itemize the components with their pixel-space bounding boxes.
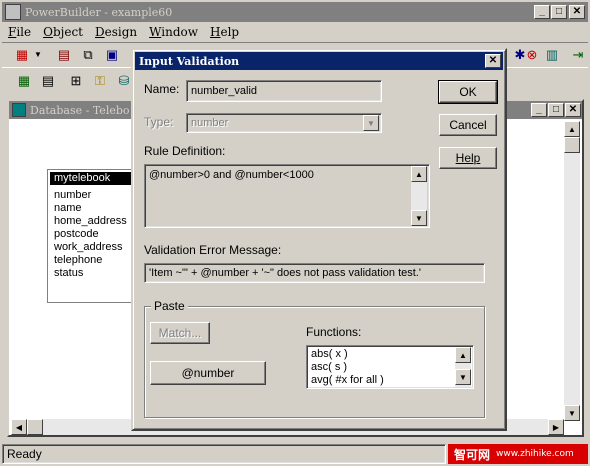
- table-column[interactable]: number: [54, 189, 140, 202]
- functions-items: abs( x ) asc( s ) avg( #x for all ): [311, 348, 384, 387]
- table-column[interactable]: postcode: [54, 228, 140, 241]
- help-button[interactable]: Help: [439, 147, 497, 169]
- maximize-button[interactable]: □: [551, 5, 567, 19]
- scroll-right-button[interactable]: ▶: [548, 419, 564, 435]
- dialog-close-button[interactable]: ✕: [485, 54, 501, 68]
- table-column[interactable]: telephone: [54, 254, 140, 267]
- dialog-title: Input Validation: [139, 54, 240, 68]
- rule-scroll-down-button[interactable]: ▼: [411, 210, 427, 226]
- menu-bar: File Object Design Window Help: [2, 23, 588, 41]
- app-title: PowerBuilder - example60: [25, 5, 173, 19]
- key-icon[interactable]: ⚿: [90, 71, 110, 91]
- rule-scrollbar[interactable]: ▲ ▼: [411, 166, 427, 226]
- cancel-button[interactable]: Cancel: [439, 114, 497, 136]
- status-bar: Ready: [2, 444, 446, 464]
- database-icon: [12, 103, 26, 117]
- watermark: 智可网 www.zhihike.com: [448, 444, 588, 464]
- database-minimize-button[interactable]: _: [531, 103, 547, 117]
- stop-icon[interactable]: ⊗: [522, 45, 542, 65]
- scroll-left-button[interactable]: ◀: [11, 419, 27, 435]
- watermark-url: www.zhihike.com: [496, 449, 574, 459]
- table-box[interactable]: mytelebook number name home_address postcod…: [47, 169, 141, 303]
- name-field[interactable]: number_valid: [186, 80, 382, 102]
- scroll-thumb[interactable]: [564, 137, 580, 153]
- exit-icon[interactable]: ⇥: [568, 45, 588, 65]
- functions-scroll-up-button[interactable]: ▲: [455, 347, 471, 363]
- name-label: Name:: [144, 82, 180, 96]
- chevron-down-icon[interactable]: ▼: [363, 115, 379, 131]
- database-close-button[interactable]: ✕: [565, 103, 581, 117]
- error-message-field[interactable]: 'Item ~"' + @number + '~" does not pass …: [144, 263, 485, 283]
- paste-label: Paste: [151, 299, 188, 313]
- functions-label: Functions:: [306, 325, 362, 339]
- table-icon[interactable]: ▤: [38, 71, 58, 91]
- rule-scroll-up-button[interactable]: ▲: [411, 166, 427, 182]
- number-button[interactable]: @number: [150, 361, 266, 385]
- function-item[interactable]: asc( s ): [311, 361, 384, 374]
- grid-icon[interactable]: ▦: [14, 71, 34, 91]
- menu-file[interactable]: File: [8, 25, 31, 39]
- function-item[interactable]: avg( #x for all ): [311, 374, 384, 387]
- ok-button[interactable]: OK: [438, 80, 498, 104]
- app-icon: [5, 4, 21, 20]
- vertical-scrollbar[interactable]: ▲ ▼: [564, 121, 580, 421]
- database-maximize-button[interactable]: □: [548, 103, 564, 117]
- database-title: Database - Telebo: [30, 103, 130, 117]
- column-list: number name home_address postcode work_addre…: [48, 187, 140, 280]
- input-validation-dialog: Input Validation ✕ Name: number_valid Ty…: [131, 48, 507, 431]
- join-icon[interactable]: ⊞: [66, 71, 86, 91]
- watermark-brand: 智可网: [454, 447, 491, 462]
- functions-list[interactable]: abs( x ) asc( s ) avg( #x for all ) ▲ ▼: [306, 345, 474, 389]
- type-label: Type:: [144, 115, 174, 129]
- table-name[interactable]: mytelebook: [50, 172, 138, 185]
- window-icon[interactable]: ▣: [102, 45, 122, 65]
- close-button[interactable]: ✕: [569, 5, 585, 19]
- functions-scroll-down-button[interactable]: ▼: [455, 369, 471, 385]
- minimize-button[interactable]: _: [534, 5, 550, 19]
- menu-design[interactable]: Design: [95, 25, 137, 39]
- table-column[interactable]: work_address: [54, 241, 140, 254]
- type-dropdown[interactable]: number ▼: [186, 113, 382, 133]
- rule-label: Rule Definition:: [144, 144, 226, 158]
- functions-scrollbar[interactable]: ▲ ▼: [455, 347, 471, 387]
- report-icon[interactable]: ▥: [542, 45, 562, 65]
- library-icon[interactable]: ▤: [54, 45, 74, 65]
- status-text: Ready: [7, 447, 42, 461]
- match-button[interactable]: Match...: [150, 322, 210, 344]
- h-scroll-thumb[interactable]: [27, 419, 43, 435]
- error-label: Validation Error Message:: [144, 243, 282, 257]
- painter-icon[interactable]: ▦: [12, 45, 32, 65]
- app-titlebar: PowerBuilder - example60: [2, 2, 588, 22]
- menu-help[interactable]: Help: [210, 25, 239, 39]
- table-column[interactable]: home_address: [54, 215, 140, 228]
- menu-object[interactable]: Object: [43, 25, 83, 39]
- function-item[interactable]: abs( x ): [311, 348, 384, 361]
- table-column[interactable]: name: [54, 202, 140, 215]
- table-column[interactable]: status: [54, 267, 140, 280]
- menu-window[interactable]: Window: [149, 25, 198, 39]
- dialog-titlebar: Input Validation: [135, 52, 503, 70]
- dropdown-arrow-icon[interactable]: ▼: [34, 50, 42, 59]
- scroll-up-button[interactable]: ▲: [564, 121, 580, 137]
- objects-icon[interactable]: ⧉: [78, 45, 98, 65]
- scroll-down-button[interactable]: ▼: [564, 405, 580, 421]
- rule-definition-field[interactable]: @number>0 and @number<1000 ▲ ▼: [144, 164, 430, 228]
